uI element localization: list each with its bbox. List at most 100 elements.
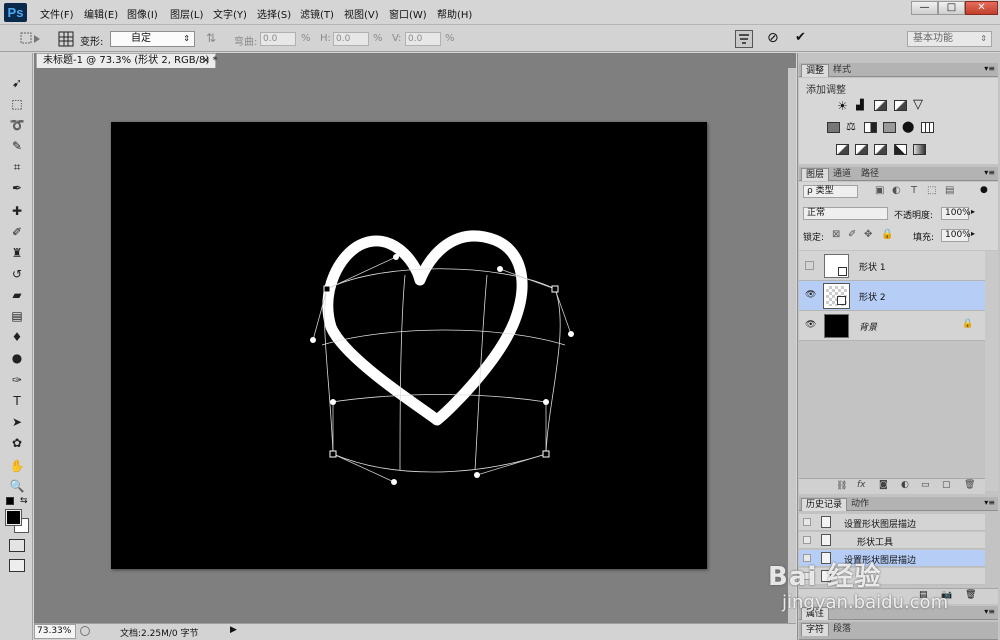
close-window-button[interactable]: ✕ [965, 1, 998, 15]
filter-pixel-icon[interactable]: ▣ [875, 185, 884, 196]
tab-channels[interactable]: 通道 [829, 168, 855, 181]
vertical-scrollbar[interactable] [788, 68, 796, 623]
gradient-tool-icon[interactable]: ▤ [9, 308, 25, 324]
cancel-transform-icon[interactable]: ⊘ [767, 30, 779, 46]
tab-history[interactable]: 历史记录 [801, 498, 848, 511]
healing-brush-tool-icon[interactable]: ✚ [9, 203, 25, 219]
tab-layers[interactable]: 图层 [801, 168, 830, 181]
lasso-tool-icon[interactable]: ➰ [9, 117, 25, 133]
quick-mask-icon[interactable] [9, 539, 25, 552]
eye-icon[interactable]: 👁 [805, 320, 816, 330]
eraser-tool-icon[interactable]: ▰ [9, 287, 25, 303]
filter-shape-icon[interactable]: ⬚ [927, 185, 936, 196]
layer-row-shape1[interactable]: 形状 1 [799, 251, 985, 281]
v-distort-input[interactable]: 0.0 [405, 32, 441, 46]
blur-tool-icon[interactable]: ♦ [9, 329, 25, 345]
lock-position-icon[interactable]: ✥ [864, 229, 872, 240]
anchor-top-right[interactable] [551, 285, 559, 293]
fill-arrow-icon[interactable]: ▸ [971, 229, 975, 238]
exposure-icon[interactable] [894, 100, 907, 111]
invert-icon[interactable] [836, 144, 849, 155]
hand-tool-icon[interactable]: ✋ [9, 458, 25, 474]
filter-type-icon[interactable]: T [911, 185, 917, 196]
change-orientation-icon[interactable]: ⇅ [206, 31, 216, 45]
lock-pixels-icon[interactable]: ✐ [848, 229, 856, 240]
document-tab[interactable]: 未标题-1 @ 73.3% (形状 2, RGB/8) * × [36, 53, 217, 68]
anchor-top-left[interactable] [323, 285, 331, 293]
delete-state-icon[interactable]: 🗑 [965, 590, 976, 600]
photo-filter-icon[interactable] [883, 122, 896, 133]
dodge-tool-icon[interactable]: ● [9, 350, 25, 366]
tab-character[interactable]: 字符 [801, 623, 830, 636]
menu-filter[interactable]: 滤镜(T) [300, 6, 334, 21]
menu-edit[interactable]: 编辑(E) [84, 6, 118, 21]
swap-colors-icon[interactable]: ⇆ [20, 496, 28, 506]
filter-smart-icon[interactable]: ▤ [945, 185, 954, 196]
default-colors-icon[interactable] [6, 497, 14, 505]
menu-window[interactable]: 窗口(W) [389, 6, 427, 21]
anchor-bottom-right[interactable] [542, 450, 550, 458]
clone-stamp-tool-icon[interactable]: ♜ [9, 245, 25, 261]
tab-actions[interactable]: 动作 [847, 498, 873, 511]
menu-select[interactable]: 选择(S) [257, 6, 291, 21]
vibrance-icon[interactable]: ▽ [913, 97, 923, 112]
opacity-input[interactable]: 100% [941, 207, 971, 220]
panel-menu-icon[interactable]: ▾≡ [984, 64, 995, 73]
eyedropper-tool-icon[interactable]: ✒ [9, 180, 25, 196]
pen-tool-icon[interactable]: ✑ [9, 372, 25, 388]
link-layers-icon[interactable]: ⛓ [836, 481, 847, 491]
minimize-button[interactable]: — [911, 1, 938, 15]
commit-transform-icon[interactable]: ✔ [795, 30, 806, 45]
threshold-icon[interactable] [874, 144, 887, 155]
maximize-button[interactable]: □ [938, 1, 965, 15]
new-layer-icon[interactable]: ▢ [942, 480, 951, 490]
quick-select-tool-icon[interactable]: ✎ [9, 138, 25, 154]
warp-grid-icon[interactable] [58, 31, 74, 47]
zoom-level-field[interactable]: 73.33% [34, 624, 76, 639]
menu-help[interactable]: 帮助(H) [437, 6, 472, 21]
history-snapshot-toggle[interactable] [803, 518, 811, 526]
blend-mode-select[interactable]: 正常 [803, 207, 888, 220]
posterize-icon[interactable] [855, 144, 868, 155]
puppet-toggle-icon[interactable] [735, 30, 753, 48]
layer-name[interactable]: 形状 1 [859, 260, 886, 273]
selective-color-icon[interactable] [894, 144, 907, 155]
opacity-arrow-icon[interactable]: ▸ [971, 207, 975, 216]
brush-tool-icon[interactable]: ✐ [9, 224, 25, 240]
add-mask-icon[interactable]: ◙ [879, 480, 888, 490]
channel-mixer-icon[interactable]: ⬤ [902, 120, 914, 133]
close-tab-icon[interactable]: × [202, 54, 210, 68]
color-lookup-icon[interactable] [921, 122, 934, 133]
h-distort-input[interactable]: 0.0 [333, 32, 369, 46]
status-info-icon[interactable] [80, 626, 90, 636]
black-white-icon[interactable] [864, 122, 877, 133]
tab-adjustments[interactable]: 调整 [801, 64, 830, 77]
marquee-tool-icon[interactable]: ⬚ [9, 96, 25, 112]
new-group-icon[interactable]: ▭ [921, 480, 930, 490]
history-item[interactable]: 形状工具 [799, 532, 985, 549]
panel-menu-icon[interactable]: ▾≡ [984, 168, 995, 177]
eye-icon[interactable]: 👁 [805, 290, 816, 300]
menu-layer[interactable]: 图层(L) [170, 6, 203, 21]
curves-icon[interactable] [874, 100, 887, 111]
layer-visibility-toggle[interactable] [805, 261, 814, 270]
anchor-bottom-left[interactable] [329, 450, 337, 458]
custom-shape-tool-icon[interactable]: ✿ [9, 435, 25, 451]
tab-paragraph[interactable]: 段落 [829, 623, 855, 636]
screen-mode-icon[interactable] [9, 559, 25, 572]
layer-name[interactable]: 形状 2 [859, 290, 886, 303]
layer-style-icon[interactable]: fx [857, 480, 866, 490]
lock-transparency-icon[interactable]: ⊠ [832, 229, 840, 240]
foreground-color-swatch[interactable] [5, 509, 22, 526]
warp-transform-overlay[interactable] [111, 122, 707, 569]
move-tool-icon[interactable]: ➹ [9, 75, 25, 91]
menu-image[interactable]: 图像(I) [127, 6, 158, 21]
tab-styles[interactable]: 样式 [829, 64, 855, 77]
layer-row-shape2[interactable]: 👁 形状 2 [799, 281, 985, 311]
menu-file[interactable]: 文件(F) [40, 6, 74, 21]
layers-scrollbar[interactable] [985, 251, 998, 491]
bend-input[interactable]: 0.0 [260, 32, 296, 46]
color-balance-icon[interactable]: ⚖ [846, 120, 856, 133]
layer-name[interactable]: 背景 [859, 320, 877, 333]
layer-row-background[interactable]: 👁 背景 🔒 [799, 311, 985, 341]
